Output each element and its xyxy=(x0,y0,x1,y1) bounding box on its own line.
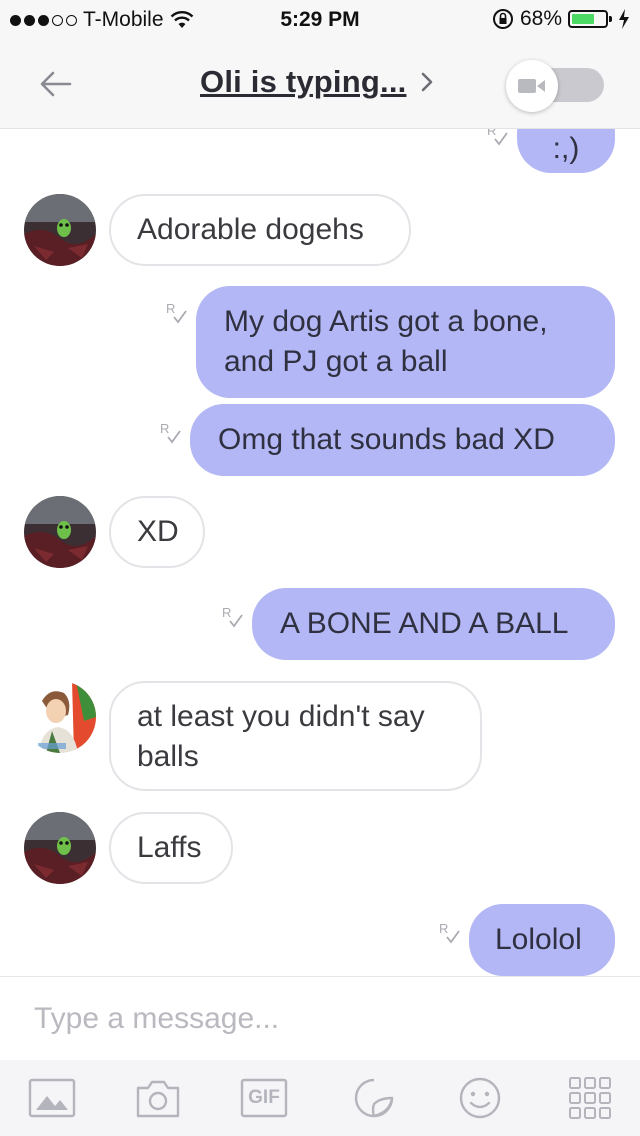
message-incoming[interactable]: Adorable dogehs xyxy=(109,194,411,266)
read-receipt-icon: R xyxy=(487,129,508,146)
emoji-icon[interactable] xyxy=(456,1076,504,1120)
video-camera-icon xyxy=(518,79,545,93)
message-text: :,) xyxy=(552,132,580,165)
battery-percent: 68% xyxy=(519,7,562,30)
header-title[interactable]: Oli is typing... xyxy=(200,64,406,100)
read-receipt-icon: R xyxy=(222,605,243,628)
message-input[interactable] xyxy=(34,997,614,1041)
gif-button[interactable]: GIF xyxy=(240,1076,288,1120)
message-text: Laffs xyxy=(137,831,202,864)
svg-text:R: R xyxy=(222,605,231,620)
message-text: My dog Artis got a bone, and PJ got a ba… xyxy=(224,305,548,378)
more-apps-grid-icon[interactable] xyxy=(566,1076,614,1120)
message-text: Adorable dogehs xyxy=(137,213,364,246)
sticker-icon[interactable] xyxy=(350,1076,398,1120)
avatar[interactable] xyxy=(24,194,96,266)
camera-icon[interactable] xyxy=(134,1076,182,1120)
svg-text:R: R xyxy=(439,921,448,936)
image-icon[interactable] xyxy=(28,1076,76,1120)
battery-level xyxy=(572,14,594,24)
message-text: A BONE AND A BALL xyxy=(280,607,569,640)
video-call-toggle[interactable] xyxy=(506,60,604,112)
attachment-toolbar: GIF xyxy=(0,1060,640,1136)
back-arrow-icon[interactable] xyxy=(36,64,76,104)
composer xyxy=(0,976,640,1061)
avatar[interactable] xyxy=(24,496,96,568)
message-outgoing[interactable]: A BONE AND A BALL xyxy=(252,588,615,660)
message-text: at least you didn't say balls xyxy=(137,700,425,773)
status-right: 68% xyxy=(492,7,630,31)
message-list[interactable]: R :,) Adorable dogehs R My dog Artis got… xyxy=(0,129,640,976)
message-outgoing[interactable]: My dog Artis got a bone, and PJ got a ba… xyxy=(196,286,615,398)
avatar[interactable] xyxy=(24,812,96,884)
message-text: XD xyxy=(137,515,179,548)
message-incoming[interactable]: Laffs xyxy=(109,812,233,884)
message-incoming[interactable]: XD xyxy=(109,496,205,568)
rotation-lock-icon xyxy=(492,9,513,29)
read-receipt-icon: R xyxy=(166,301,187,324)
svg-text:R: R xyxy=(487,129,496,138)
read-receipt-icon: R xyxy=(160,421,181,444)
svg-text:R: R xyxy=(166,301,175,316)
message-outgoing[interactable]: :,) xyxy=(517,129,615,173)
toggle-knob[interactable] xyxy=(506,60,558,112)
chevron-right-icon xyxy=(422,72,433,92)
status-bar: T-Mobile 5:29 PM 68% xyxy=(0,0,640,40)
svg-text:R: R xyxy=(160,421,169,436)
message-incoming[interactable]: at least you didn't say balls xyxy=(109,681,482,791)
read-receipt-icon: R xyxy=(439,921,460,944)
message-outgoing[interactable]: Omg that sounds bad XD xyxy=(190,404,615,476)
avatar[interactable] xyxy=(24,681,96,753)
message-text: Omg that sounds bad XD xyxy=(218,423,555,456)
charging-icon xyxy=(619,9,629,29)
battery-icon xyxy=(568,10,612,28)
chat-header: Oli is typing... xyxy=(0,40,640,129)
gif-label: GIF xyxy=(248,1087,280,1108)
message-outgoing[interactable]: Lololol xyxy=(469,904,615,976)
contact-title-link[interactable]: Oli is typing... xyxy=(200,64,434,100)
message-text: Lololol xyxy=(495,923,582,956)
